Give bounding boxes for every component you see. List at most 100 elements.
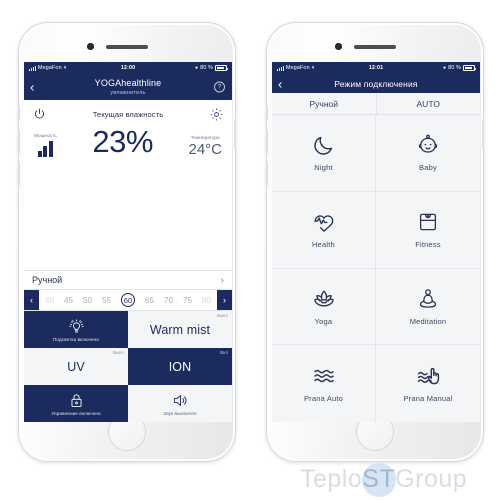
mode-label: Prana Auto [303, 394, 344, 404]
humidity-value: 23% [92, 124, 153, 159]
back-button[interactable]: ‹ [30, 81, 34, 94]
slider-prev-button[interactable]: ‹ [24, 290, 39, 310]
slider-value[interactable]: 65 [145, 296, 154, 305]
lotus-icon [312, 287, 336, 311]
tile-uv[interactable]: Выкл UV [24, 348, 128, 385]
status-time: 12:00 [120, 65, 136, 71]
mute-switch[interactable] [18, 107, 20, 121]
humidity-slider[interactable]: ‹ 40 45 50 55 60 65 70 75 80 › [24, 290, 232, 311]
carrier-label: MegaFon [37, 65, 62, 71]
tile-warm-mist[interactable]: Выкл Warm mist [128, 311, 232, 348]
power-button[interactable] [234, 119, 236, 149]
wifi-icon: ◐ [311, 65, 316, 71]
mode-label: Baby [419, 163, 437, 173]
waves-hand-icon [416, 364, 440, 388]
mode-cell-health[interactable]: Health [272, 191, 376, 269]
back-button[interactable]: ‹ [278, 77, 282, 90]
watermark-part2: Group [395, 465, 468, 493]
slider-value[interactable]: 50 [83, 296, 92, 305]
tile-caption: Звук выключен [163, 410, 197, 416]
earpiece-speaker [106, 45, 148, 49]
segment-ручной[interactable]: Ручной [272, 93, 376, 114]
segmented-control: Ручной AUTO [272, 93, 480, 115]
mode-selector-label: Ручной [32, 275, 63, 285]
tile-caption: Управление включено [51, 410, 101, 416]
mode-cell-prana-auto[interactable]: Prana Auto [272, 345, 376, 422]
slider-value[interactable]: 75 [183, 296, 192, 305]
slider-value[interactable]: 70 [164, 296, 173, 305]
segment-auto[interactable]: AUTO [375, 93, 481, 114]
navbar-left: ‹ YOGAhealthline увлажнитель ? [24, 74, 232, 100]
wifi-icon: ◐ [63, 65, 68, 71]
mode-cell-baby[interactable]: Baby [376, 115, 480, 192]
mode-cell-fitness[interactable]: Fitness [376, 192, 480, 269]
status-right-group: ● 80 % [383, 65, 476, 71]
mode-label: Meditation [409, 316, 447, 326]
tile-sound[interactable]: Звук выключен [128, 385, 232, 422]
navbar-right: ‹ Режим подключения [272, 74, 480, 93]
phone-left: MegaFon ◐ 12:00 ● 80 % ‹ YOGAhealthline … [18, 22, 236, 462]
speaker-icon [172, 392, 189, 409]
lock-icon [68, 392, 85, 409]
slider-next-button[interactable]: › [217, 290, 232, 310]
dashboard-panel: Текущая влажность Мощность 23% Температу… [24, 100, 232, 270]
dashboard-header: Текущая влажность [24, 100, 232, 122]
power-level-icon [37, 141, 54, 157]
volume-up-button[interactable] [18, 131, 20, 155]
dashboard-readout: Мощность 23% Температура 24°C [24, 122, 232, 157]
slider-value[interactable]: 45 [64, 296, 73, 305]
battery-percent-label: 80 % [200, 65, 214, 71]
temperature-label: Температура [190, 135, 220, 140]
control-tiles: Подсветка включена Выкл Warm mist Выкл UV Вкл… [24, 311, 232, 422]
front-camera-icon [87, 43, 94, 50]
slider-value[interactable]: 80 [202, 296, 211, 305]
mode-label: Yoga [314, 316, 333, 326]
screenshot-stage: MegaFon ◐ 12:00 ● 80 % ‹ YOGAhealthline … [0, 0, 500, 500]
page-title: YOGAhealthline [94, 78, 162, 89]
help-button[interactable]: ? [214, 81, 225, 93]
tile-status-badge: Выкл [112, 350, 124, 355]
power-button[interactable] [482, 119, 484, 149]
mode-selector-row[interactable]: Ручной › [24, 270, 232, 290]
power-label: Мощность [34, 133, 57, 138]
slider-value[interactable]: 40 [45, 296, 54, 305]
tile-label: ION [168, 359, 192, 374]
status-left-group: MegaFon ◐ [277, 65, 369, 71]
tile-ion[interactable]: Вкл ION [128, 348, 232, 385]
tile-status-badge: Вкл [220, 350, 228, 355]
phone-right: MegaFon ◐ 12:01 ● 80 % ‹ Режим подключен… [266, 22, 484, 462]
rotation-lock-icon: ● [194, 65, 199, 71]
earpiece-speaker [354, 45, 396, 49]
battery-icon [215, 65, 228, 71]
mode-cell-yoga[interactable]: Yoga [272, 268, 376, 346]
baby-face-icon [416, 133, 440, 157]
slider-value[interactable]: 60 [120, 293, 135, 307]
tile-label: Warm mist [149, 322, 211, 337]
watermark-logo-circle [362, 462, 396, 497]
tile-child-lock[interactable]: Управление включено [24, 385, 128, 422]
mode-cell-night[interactable]: Night [272, 115, 376, 192]
gear-icon[interactable] [209, 107, 224, 122]
rotation-lock-icon: ● [442, 65, 447, 71]
temperature-readout: Температура 24°C [188, 135, 222, 157]
volume-up-button[interactable] [266, 131, 268, 155]
mute-switch[interactable] [266, 107, 268, 121]
temperature-value: 24°C [188, 141, 222, 158]
screen-modes: MegaFon ◐ 12:01 ● 80 % ‹ Режим подключен… [272, 62, 480, 422]
slider-track[interactable]: 40 45 50 55 60 65 70 75 80 [39, 290, 217, 310]
battery-icon [463, 65, 476, 71]
carrier-label: MegaFon [285, 65, 310, 71]
chevron-right-icon: › [220, 274, 224, 286]
volume-down-button[interactable] [266, 163, 268, 187]
tile-backlight[interactable]: Подсветка включена [24, 311, 128, 348]
tile-caption: Подсветка включена [53, 336, 99, 342]
watermark-logo-text: ST [362, 465, 396, 493]
power-icon[interactable] [32, 107, 47, 122]
mode-cell-meditation[interactable]: Meditation [376, 269, 480, 346]
status-left-group: MegaFon ◐ [29, 65, 121, 71]
volume-down-button[interactable] [18, 163, 20, 187]
waves-icon [312, 364, 336, 388]
mode-cell-prana-manual[interactable]: Prana Manual [376, 345, 480, 422]
slider-value[interactable]: 55 [102, 296, 111, 305]
watermark: Teplo ST Group [300, 462, 468, 497]
